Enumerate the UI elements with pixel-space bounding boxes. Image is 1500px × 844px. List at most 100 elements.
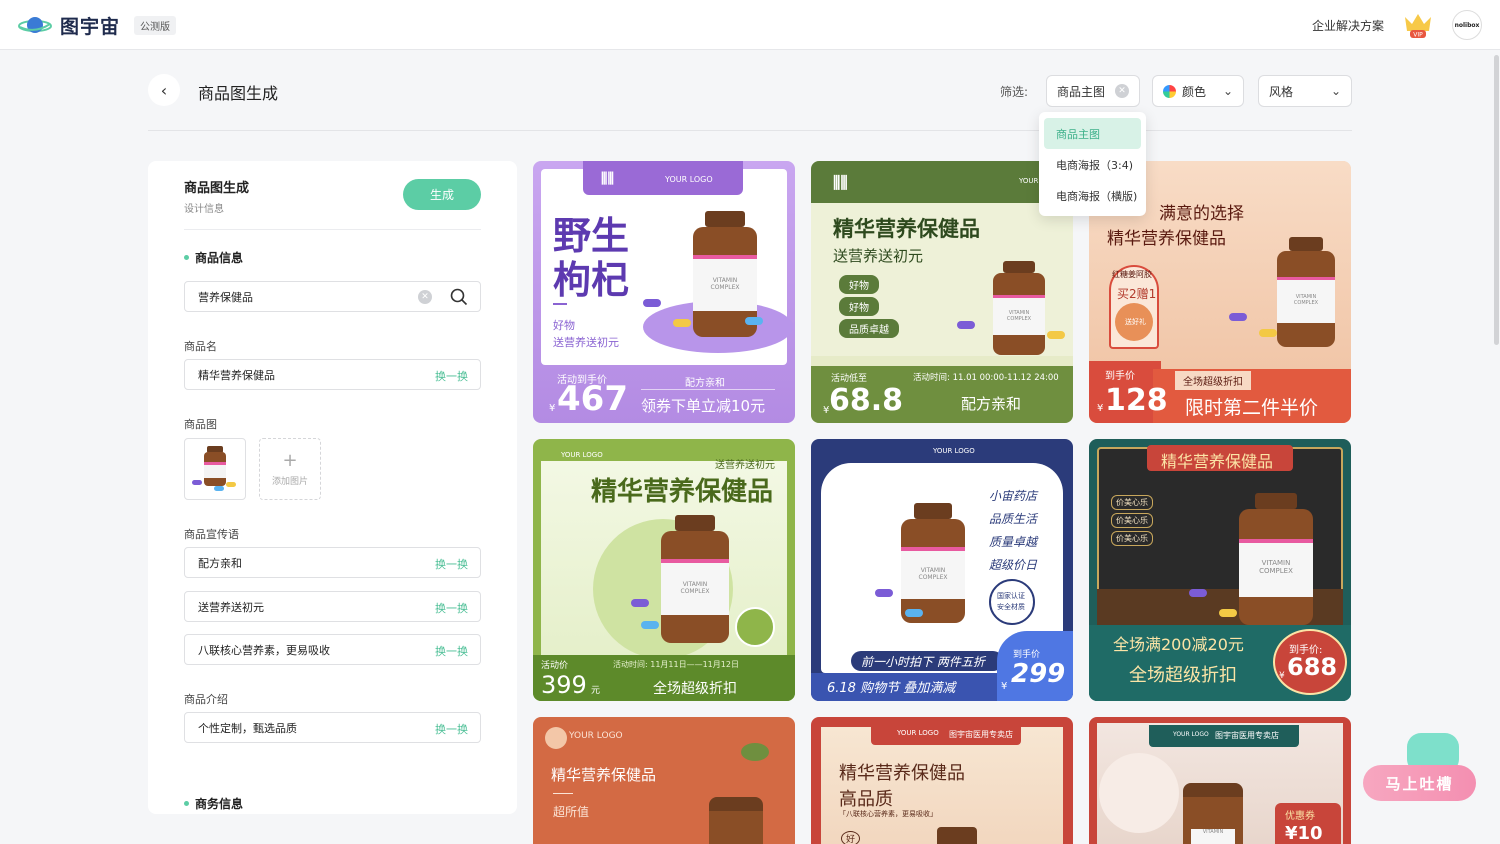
beta-badge: 公测版 (134, 16, 177, 35)
clear-search-icon[interactable]: ✕ (418, 290, 432, 304)
card-line-2: 送营养送初元 (553, 336, 619, 349)
slogan-field-3[interactable]: 八联核心营养素，更易吸收 换一换 (184, 634, 481, 665)
swap-button[interactable]: 换一换 (435, 643, 468, 659)
chip: 品质卓越 (839, 319, 899, 338)
card-headline-2: 枸杞 (553, 258, 630, 302)
pill (1189, 589, 1207, 597)
result-card-9[interactable]: YOUR LOGO 图宇宙医用专卖店 VITAMIN 优惠券 ¥10 (1089, 717, 1351, 844)
result-card-2[interactable]: ⫼⫼ YOUR LOGO 精华营养保健品 送营养送初元 好物 好物 品质卓越 V… (811, 161, 1073, 423)
add-image-label: 添加图片 (271, 476, 308, 487)
price: 128 (1105, 383, 1168, 418)
card-line: 小宙药店 (989, 489, 1038, 503)
swap-button[interactable]: 换一换 (435, 721, 468, 737)
enterprise-link[interactable]: 企业解决方案 (1312, 17, 1384, 34)
card-line: 超级价日 (989, 558, 1038, 572)
card-line-1: 好物 (553, 319, 575, 332)
currency: ¥ (549, 403, 556, 414)
shop-name: 图宇宙医用专卖店 (1215, 731, 1279, 740)
top-bar: 图宇宙 公测版 企业解决方案 VIP nolibox (0, 0, 1500, 50)
swap-button[interactable]: 换一换 (435, 556, 468, 572)
intro-label: 商品介绍 (184, 693, 228, 706)
logo-badge (545, 727, 567, 749)
intro-field[interactable]: 个性定制，甄选品质 换一换 (184, 712, 481, 743)
dropdown-item-main-image[interactable]: 商品主图 (1044, 118, 1141, 149)
section-label: 商品信息 (195, 251, 244, 265)
user-avatar[interactable]: nolibox (1452, 10, 1482, 40)
divider-line (641, 389, 775, 390)
product-search-input[interactable]: 营养保健品 ✕ (184, 281, 481, 312)
price: 299 (1011, 659, 1066, 689)
price-unit: 元 (591, 686, 601, 696)
dropdown-item-poster-landscape[interactable]: 电商海报（横版) (1044, 180, 1141, 211)
dropdown-item-poster-3-4[interactable]: 电商海报（3:4) (1044, 149, 1141, 180)
app-logo[interactable]: 图宇宙 公测版 (18, 12, 177, 39)
planet-logo-icon (18, 16, 52, 33)
type-dropdown-menu: 商品主图 电商海报（3:4) 电商海报（横版) (1039, 112, 1146, 216)
promo-text: 领券下单立减10元 (641, 397, 766, 415)
product-name-field[interactable]: 精华营养保健品 换一换 (184, 359, 481, 390)
search-icon[interactable] (450, 288, 468, 306)
result-card-5[interactable]: YOUR LOGO 小宙药店 品质生活 质量卓越 超级价日 国家认证 安全材质 … (811, 439, 1073, 701)
style-filter-select[interactable]: 风格 ⌄ (1258, 75, 1352, 107)
slogan-value: 八联核心营养素，更易吸收 (198, 643, 330, 657)
type-filter-select[interactable]: 商品主图 ✕ (1046, 75, 1140, 107)
price-label: 到手价 (1105, 371, 1135, 382)
bottle-label-2: COMPLEX (710, 284, 740, 291)
pill (631, 599, 649, 607)
chip: 价美心乐 (1111, 531, 1153, 546)
accent-line (553, 793, 573, 794)
seal-bottom: 送好礼 (1125, 318, 1146, 326)
section-label: 商务信息 (195, 797, 244, 811)
panel-divider (184, 229, 481, 230)
vip-crown-icon[interactable]: VIP (1402, 11, 1434, 39)
swap-button[interactable]: 换一换 (435, 368, 468, 384)
result-card-8[interactable]: YOUR LOGO 图宇宙医用专卖店 精华营养保健品 高品质 「八联核心营养素，… (811, 717, 1073, 844)
slogan-field-1[interactable]: 配方亲和 换一换 (184, 547, 481, 578)
feedback-button[interactable]: 马上吐槽 (1363, 765, 1476, 801)
plus-icon: + (282, 449, 298, 471)
section-product-info: 商品信息 (184, 249, 243, 266)
section-dot (184, 255, 189, 260)
card-logo-text: YOUR LOGO (561, 451, 603, 459)
card-logo-text: YOUR LOGO (933, 447, 975, 455)
swap-button[interactable]: 换一换 (435, 600, 468, 616)
header-divider (148, 130, 1352, 131)
slogan-field-2[interactable]: 送营养送初元 换一换 (184, 591, 481, 622)
bottle-label-1: VITAMIN (920, 567, 946, 574)
card-title-1: 精华营养保健品 (839, 763, 965, 784)
vitamin-bottle: VITAMIN COMPLEX (1239, 493, 1313, 625)
product-image-thumbnail[interactable] (184, 438, 246, 500)
vitamin-bottle (937, 827, 977, 844)
currency: ¥ (1097, 403, 1104, 414)
clear-filter-icon[interactable]: ✕ (1115, 84, 1129, 98)
type-filter-value: 商品主图 (1057, 84, 1106, 99)
event-time: 活动时间: 11.01 00:00-11.12 24:00 (913, 373, 1059, 383)
tag-text: 配方亲和 (961, 395, 1022, 413)
result-card-6[interactable]: 精华营养保健品 价美心乐 价美心乐 价美心乐 VITAMIN COMPLEX 全场… (1089, 439, 1351, 701)
event-time: 活动时间: 11月11日——11月12日 (613, 660, 739, 669)
result-card-4[interactable]: YOUR LOGO 送营养送初元 精华营养保健品 VITAMIN COMPLEX … (533, 439, 795, 701)
vitamin-bottle: VITAMIN COMPLEX (901, 503, 965, 623)
slogan-value: 配方亲和 (198, 556, 242, 570)
tag-text: 配方亲和 (685, 378, 725, 389)
card-title: 精华营养保健品 (591, 477, 774, 507)
result-card-1[interactable]: YOUR LOGO ⫼⫼ 野生 枸杞 好物 送营养送初元 VITAMIN COMP… (533, 161, 795, 423)
promo-text-1: 全场满200减20元 (1113, 635, 1244, 654)
card-logo-text: YOUR LOGO (1173, 731, 1209, 738)
price: 688 (1287, 653, 1338, 681)
card-subtitle: 超所值 (553, 805, 590, 819)
chevron-down-icon: ⌄ (1330, 84, 1341, 98)
card-logo-text: YOUR LOGO (665, 175, 713, 184)
leaf-decoration (741, 743, 769, 761)
bottle-label-2: COMPLEX (1006, 316, 1032, 322)
brand-name: 图宇宙 (60, 16, 121, 38)
price-label: 活动价 (541, 661, 569, 671)
add-image-button[interactable]: + 添加图片 (259, 438, 321, 500)
feedback-widget[interactable]: 马上吐槽 (1363, 733, 1476, 801)
generate-button[interactable]: 生成 (403, 179, 481, 210)
back-button[interactable]: ‹ (148, 74, 180, 106)
page-scrollbar[interactable] (1494, 55, 1499, 345)
result-card-7[interactable]: YOUR LOGO 精华营养保健品 超所值 (533, 717, 795, 844)
color-filter-select[interactable]: 颜色 ⌄ (1152, 75, 1244, 107)
price: 399 (541, 671, 587, 699)
